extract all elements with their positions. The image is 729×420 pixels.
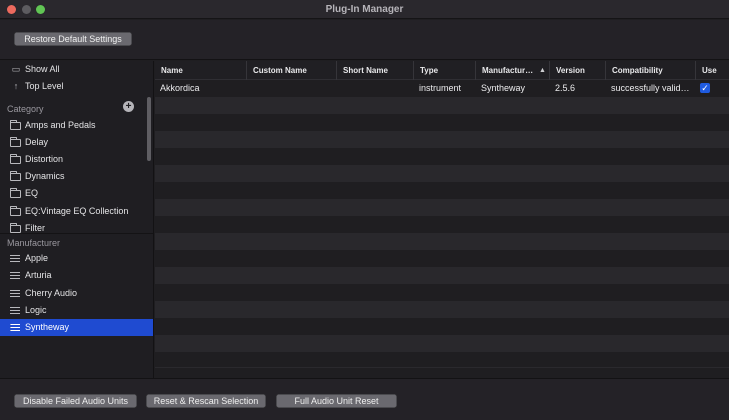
- sidebar-item-label: EQ:Vintage EQ Collection: [25, 206, 129, 216]
- cell-version: 2.5.6: [555, 83, 576, 93]
- table-row-empty: [155, 199, 729, 216]
- sidebar-item-manufacturer[interactable]: Apple: [0, 250, 153, 267]
- cell-compatibility: successfully valid…: [611, 83, 690, 93]
- sidebar-item-manufacturer[interactable]: Logic: [0, 302, 153, 319]
- plugin-table: Name Custom Name Short Name Type Manufac…: [155, 61, 729, 378]
- folder-icon: [10, 120, 21, 130]
- folder-icon: [10, 223, 21, 233]
- sidebar-item-label: Distortion: [25, 154, 64, 164]
- table-row-empty: [155, 250, 729, 267]
- sort-ascending-icon: ▲: [539, 67, 546, 74]
- window-title: Plug-In Manager: [325, 4, 404, 15]
- sidebar-item-manufacturer[interactable]: Arturia: [0, 267, 153, 284]
- table-row-empty: [155, 148, 729, 165]
- sidebar-item-show-all[interactable]: ▭ Show All: [0, 61, 153, 78]
- sidebar-item-top-level[interactable]: ↑ Top Level: [0, 78, 153, 95]
- sidebar-item-label: Syntheway: [25, 322, 70, 332]
- list-icon: [10, 255, 20, 263]
- sidebar-divider: [0, 233, 153, 234]
- table-row-empty: [155, 318, 729, 335]
- sidebar-item-label: Apple: [25, 253, 49, 263]
- table-row-empty: [155, 131, 729, 148]
- manufacturer-header: Manufacturer: [7, 238, 61, 248]
- disable-failed-audio-units-button[interactable]: Disable Failed Audio Units: [14, 394, 137, 408]
- restore-default-settings-button[interactable]: Restore Default Settings: [14, 32, 132, 46]
- column-header-short-name[interactable]: Short Name: [337, 61, 414, 80]
- table-row-empty: [155, 182, 729, 199]
- column-header-version[interactable]: Version: [550, 61, 606, 80]
- sidebar-item-label: Logic: [25, 305, 47, 315]
- table-header: Name Custom Name Short Name Type Manufac…: [155, 61, 729, 80]
- table-row-empty: [155, 284, 729, 301]
- table-row-empty: [155, 216, 729, 233]
- sidebar-item-category[interactable]: EQ:Vintage EQ Collection: [0, 203, 153, 220]
- list-icon: [10, 272, 20, 280]
- full-audio-unit-reset-button[interactable]: Full Audio Unit Reset: [276, 394, 397, 408]
- sidebar-item-label: Cherry Audio: [25, 288, 78, 298]
- column-header-compatibility[interactable]: Compatibility: [606, 61, 696, 80]
- table-row-empty: [155, 165, 729, 182]
- sidebar-item-category[interactable]: Distortion: [0, 151, 153, 168]
- column-header-type[interactable]: Type: [414, 61, 476, 80]
- table-row-empty: [155, 267, 729, 284]
- sidebar-item-category[interactable]: Delay: [0, 134, 153, 151]
- table-row-empty: [155, 97, 729, 114]
- sidebar-item-category[interactable]: EQ: [0, 185, 153, 202]
- tray-icon: ▭: [11, 64, 21, 74]
- cell-name: Akkordica: [160, 83, 200, 93]
- sidebar-item-category[interactable]: Filter: [0, 220, 153, 233]
- footer: Disable Failed Audio Units Reset & Resca…: [0, 378, 729, 420]
- cell-manufacturer: Syntheway: [481, 83, 526, 93]
- folder-icon: [10, 137, 21, 147]
- category-header: Category: [7, 104, 44, 114]
- add-icon[interactable]: +: [123, 101, 134, 112]
- column-header-name[interactable]: Name: [155, 61, 247, 80]
- title-bar: Plug-In Manager: [0, 0, 729, 19]
- sidebar-item-label: Arturia: [25, 270, 52, 280]
- sidebar-item-label: Top Level: [25, 81, 64, 91]
- table-row-empty: [155, 335, 729, 352]
- use-checkbox[interactable]: ✓: [700, 83, 710, 93]
- list-icon: [10, 290, 20, 298]
- reset-rescan-selection-button[interactable]: Reset & Rescan Selection: [146, 394, 266, 408]
- horizontal-scrollbar[interactable]: [155, 367, 729, 378]
- column-header-use[interactable]: Use: [696, 61, 729, 80]
- sidebar-item-category[interactable]: Amps and Pedals: [0, 117, 153, 134]
- folder-icon: [10, 154, 21, 164]
- column-header-custom-name[interactable]: Custom Name: [247, 61, 337, 80]
- sidebar: ▭ Show All ↑ Top Level Category + Amps a…: [0, 61, 154, 378]
- cell-type: instrument: [419, 83, 462, 93]
- toolbar: Restore Default Settings: [0, 20, 729, 60]
- sidebar-item-label: EQ: [25, 188, 39, 198]
- table-row-empty: [155, 233, 729, 250]
- sidebar-item-label: Delay: [25, 137, 49, 147]
- sidebar-item-label: Dynamics: [25, 171, 65, 181]
- sidebar-item-category[interactable]: Dynamics: [0, 168, 153, 185]
- category-scrollbar-thumb[interactable]: [147, 97, 151, 161]
- sidebar-item-manufacturer-selected[interactable]: Syntheway: [0, 319, 153, 336]
- list-icon: [10, 307, 20, 315]
- folder-icon: [10, 171, 21, 181]
- table-row-empty: [155, 301, 729, 318]
- sidebar-item-label: Filter: [25, 223, 45, 233]
- list-icon: [10, 324, 20, 332]
- sidebar-item-manufacturer[interactable]: Cherry Audio: [0, 285, 153, 302]
- sidebar-item-label: Amps and Pedals: [25, 120, 96, 130]
- cell-custom-name: [247, 80, 337, 97]
- plugin-manager-window: Plug-In Manager Restore Default Settings…: [0, 0, 729, 420]
- table-row-empty: [155, 114, 729, 131]
- folder-icon: [10, 206, 21, 216]
- table-row[interactable]: Akkordica instrument Syntheway 2.5.6 suc…: [155, 80, 729, 97]
- sidebar-item-label: Show All: [25, 64, 60, 74]
- arrow-up-icon: ↑: [13, 81, 19, 91]
- folder-icon: [10, 188, 21, 198]
- cell-short-name: [337, 80, 414, 97]
